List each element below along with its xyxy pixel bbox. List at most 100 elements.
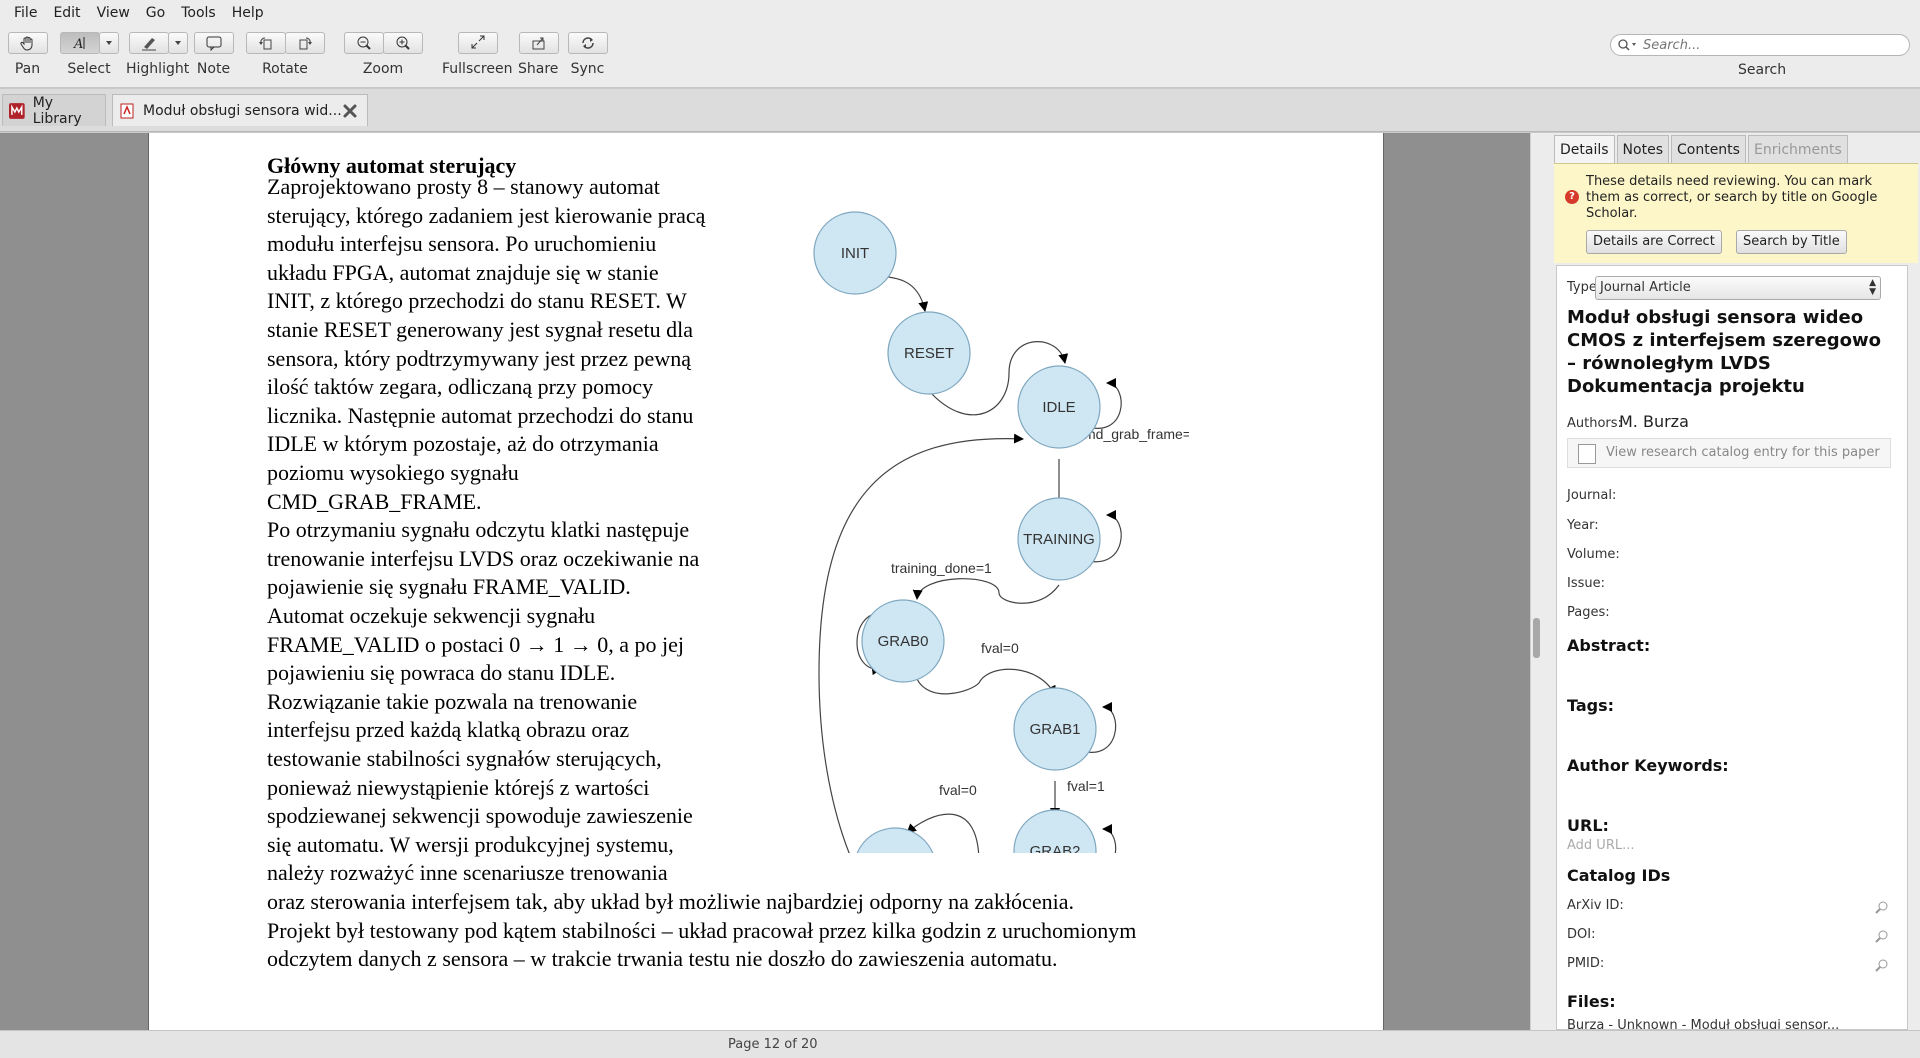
close-icon[interactable] [341,102,359,120]
volume-label: Volume: [1567,547,1620,562]
highlight-dropdown-button[interactable] [167,32,188,54]
highlight-button[interactable] [128,32,169,54]
tab-bar: My Library Moduł obsługi sensora wid... [0,89,1920,132]
document-text-line: Rozwiązanie takie pozwala na trenowanie [267,688,638,714]
lookup-icon[interactable] [1875,929,1889,943]
lookup-icon[interactable] [1875,900,1889,914]
panel-splitter[interactable] [1542,133,1552,1030]
tab-document[interactable]: Moduł obsługi sensora wid... [112,94,368,126]
pan-button[interactable] [8,32,48,54]
document-text-line: modułu interfejsu sensora. Po uruchomien… [267,231,657,257]
share-group: Share [518,32,559,77]
details-scrollbar[interactable] [1910,265,1920,1030]
document-text-line: Zaprojektowano prosty 8 – stanowy automa… [267,174,660,199]
tab-notes[interactable]: Notes [1616,135,1669,163]
menu-file[interactable]: File [6,5,45,21]
label-fval0-b: fval=0 [939,782,977,798]
document-text-line: odczytem danych z sensora – w trakcie tr… [267,946,1058,972]
svg-text:A: A [73,37,83,51]
note-icon [206,36,222,51]
select-button[interactable]: A [60,32,100,54]
share-icon [532,37,545,50]
zoom-out-icon [357,36,371,50]
document-text-line: spodziewanej sekwencji spowoduje zawiesz… [267,803,693,829]
search-by-title-button[interactable]: Search by Title [1736,230,1847,254]
select-label: Select [67,61,111,77]
document-text-line: sensora, który podtrzymywany jest przez … [267,345,691,371]
year-label: Year: [1567,518,1599,533]
authors-label: Authors: [1567,416,1622,431]
document-text-line: licznika. Następnie automat przechodzi d… [267,402,694,428]
status-bar: Page 12 of 20 [0,1030,1920,1058]
pdf-page: Główny automat sterujący Zaprojektowano … [148,133,1384,1030]
question-icon: ? [1565,190,1579,204]
state-label: TRAINING [1023,531,1095,548]
text-select-icon: A [73,37,85,51]
sync-button[interactable] [568,32,608,54]
tab-enrichments[interactable]: Enrichments [1747,135,1848,163]
note-button[interactable] [194,32,234,54]
menu-view[interactable]: View [89,5,138,21]
share-label: Share [518,61,559,77]
menu-go[interactable]: Go [138,5,173,21]
select-dropdown-button[interactable] [99,32,119,54]
url-input[interactable]: Add URL... [1567,838,1635,853]
journal-label: Journal: [1567,488,1617,503]
item-title[interactable]: Moduł obsługi sensora wideo CMOS z inter… [1567,306,1887,398]
chevron-down-icon [174,41,181,45]
type-select[interactable]: Journal Article ▲ ▼ [1595,276,1881,300]
tab-my-library[interactable]: My Library [2,94,106,127]
tab-contents[interactable]: Contents [1670,135,1746,163]
pan-group: Pan [8,32,48,77]
author-name[interactable]: M. Burza [1619,412,1689,431]
rotate-left-button[interactable] [246,32,286,54]
label-fval0-a: fval=0 [981,640,1019,656]
menu-tools[interactable]: Tools [173,5,224,21]
library-icon [9,102,25,119]
zoom-out-button[interactable] [344,32,384,54]
document-text-line: CMD_GRAB_FRAME. [267,488,482,514]
document-text-line: IDLE w którym pozostaje, aż do otrzymani… [267,431,659,457]
search-box[interactable] [1610,34,1910,56]
page-indicator: Page 12 of 20 [728,1037,818,1052]
catalog-link[interactable]: View research catalog entry for this pap… [1567,438,1891,468]
highlight-group: Highlight [126,32,189,77]
tab-details[interactable]: Details [1554,135,1615,163]
lookup-icon[interactable] [1875,958,1889,972]
menu-help[interactable]: Help [224,5,272,21]
rotate-left-icon [259,37,272,50]
hand-icon [20,36,33,51]
label-training-done: training_done=1 [891,560,992,576]
document-text-line: należy rozważyć inne scenariusze trenowa… [267,860,668,886]
menu-edit[interactable]: Edit [45,5,88,21]
review-notice-text: These details need reviewing. You can ma… [1586,174,1878,221]
share-button[interactable] [518,32,559,54]
scrollbar-thumb[interactable] [1533,618,1540,658]
panel-tabs: Details Notes Contents Enrichments [1554,133,1850,163]
tab-document-label: Moduł obsługi sensora wid... [143,102,342,119]
file-entry[interactable]: Burza - Unknown - Moduł obsługi sensor..… [1567,1018,1839,1029]
menu-bar: File Edit View Go Tools Help [0,0,1920,26]
rotate-right-button[interactable] [285,32,325,54]
toolbar: Pan A Select Highlight Note Rotate Zoom … [0,26,1920,88]
document-text-line: Projekt był testowany pod kątem stabilno… [267,917,1137,943]
document-text-line: trenowanie interfejsu LVDS oraz oczekiwa… [267,545,700,571]
keywords-heading: Author Keywords: [1567,756,1729,775]
document-text-line: Automat oczekuje sekwencji sygnału [267,603,596,628]
zoom-in-icon [396,36,410,50]
document-text-line: sterujący, którego zadaniem jest kierowa… [267,202,706,228]
zoom-in-button[interactable] [383,32,423,54]
state-label: GRAB1 [1030,721,1081,738]
search-icon [1618,39,1636,51]
document-text-line: się automatu. W wersji produkcyjnej syst… [267,831,674,857]
document-text-line: INIT, z którego przechodzi do stanu RESE… [267,288,687,314]
state-label: RESET [904,345,954,362]
details-correct-button[interactable]: Details are Correct [1586,230,1722,254]
search-input[interactable] [1643,37,1893,53]
fullscreen-button[interactable] [457,32,498,54]
document-text-line: FRAME_VALID o postaci 0 → 1 → 0, a po je… [267,631,684,657]
pdf-viewer[interactable]: Główny automat sterujący Zaprojektowano … [0,133,1530,1030]
document-scrollbar[interactable] [1530,133,1542,1030]
document-text-line: pojawieniu się powraca do stanu IDLE. [267,660,616,686]
document-text-line: oraz sterowania interfejsem tak, aby ukł… [267,889,1074,914]
